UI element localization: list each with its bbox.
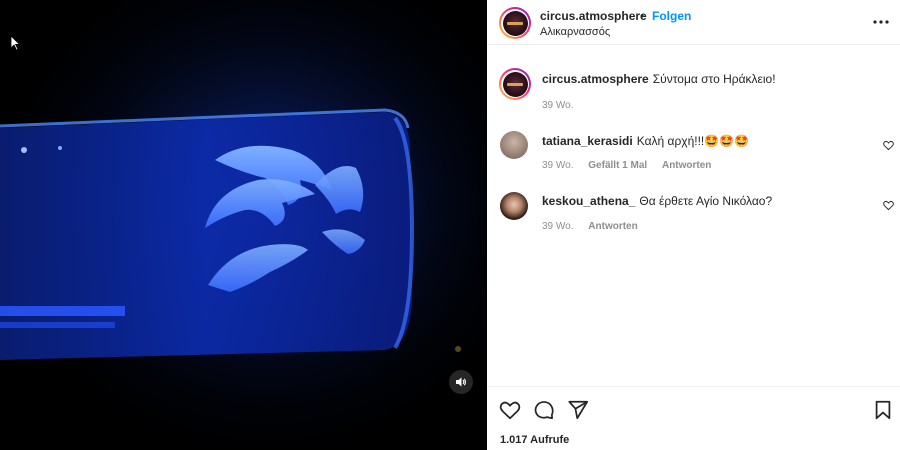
comment-text: keskou_athena_ Θα έρθετε Αγίο Νικόλαο? — [542, 194, 772, 208]
post-side-panel: circus.atmosphere • Folgen Αλικαρνασσός … — [487, 0, 900, 450]
comment-icon[interactable] — [533, 399, 555, 421]
post-actions-bar: 1.017 Aufrufe — [487, 386, 900, 450]
caption-username[interactable]: circus.atmosphere — [542, 72, 649, 86]
caption-age[interactable]: 39 Wo. — [542, 100, 574, 111]
caption-author-avatar[interactable] — [499, 68, 531, 100]
post-header: circus.atmosphere • Folgen Αλικαρνασσός — [487, 0, 900, 45]
caption-body: Σύντομα στο Ηράκλειο! — [652, 72, 776, 86]
view-count: 1.017 Aufrufe — [500, 434, 570, 446]
bookmark-icon[interactable] — [872, 399, 894, 421]
comment-username[interactable]: tatiana_kerasidi — [542, 134, 633, 148]
commenter-avatar[interactable] — [500, 131, 528, 159]
reply-button[interactable]: Antworten — [588, 221, 637, 232]
location-link[interactable]: Αλικαρνασσός — [540, 26, 610, 38]
caption-meta: 39 Wo. — [542, 100, 586, 111]
aquarium-dolphin-scene — [0, 0, 487, 450]
comment-age[interactable]: 39 Wo. — [542, 221, 574, 232]
share-icon[interactable] — [567, 399, 589, 421]
comment-meta: 39 Wo. Antworten — [542, 221, 650, 232]
comment-username[interactable]: keskou_athena_ — [542, 194, 635, 208]
comment-like-heart-icon[interactable] — [883, 200, 894, 211]
comment-likes[interactable]: Gefällt 1 Mal — [588, 160, 647, 171]
comment-body: Καλή αρχή!!!🤩🤩🤩 — [636, 134, 750, 148]
post-video[interactable] — [0, 0, 487, 450]
speaker-icon — [456, 377, 466, 387]
comment-meta: 39 Wo. Gefällt 1 Mal Antworten — [542, 160, 723, 171]
comment-text: tatiana_kerasidi Καλή αρχή!!!🤩🤩🤩 — [542, 134, 749, 148]
author-avatar[interactable] — [499, 7, 531, 39]
heart-icon[interactable] — [499, 399, 521, 421]
separator-dot: • — [640, 9, 645, 23]
caption-text: circus.atmosphere Σύντομα στο Ηράκλειο! — [542, 72, 776, 86]
comment-like-heart-icon[interactable] — [883, 140, 894, 151]
mute-toggle-button[interactable] — [449, 370, 473, 394]
reply-button[interactable]: Antworten — [662, 160, 711, 171]
comment-body: Θα έρθετε Αγίο Νικόλαο? — [639, 194, 773, 208]
comment-age[interactable]: 39 Wo. — [542, 160, 574, 171]
author-username[interactable]: circus.atmosphere — [540, 9, 647, 23]
commenter-avatar[interactable] — [500, 192, 528, 220]
more-options-icon[interactable] — [873, 19, 889, 25]
follow-button[interactable]: Folgen — [652, 9, 691, 23]
comments-list: circus.atmosphere Σύντομα στο Ηράκλειο! 3… — [487, 46, 900, 386]
mouse-cursor-icon — [10, 35, 21, 51]
